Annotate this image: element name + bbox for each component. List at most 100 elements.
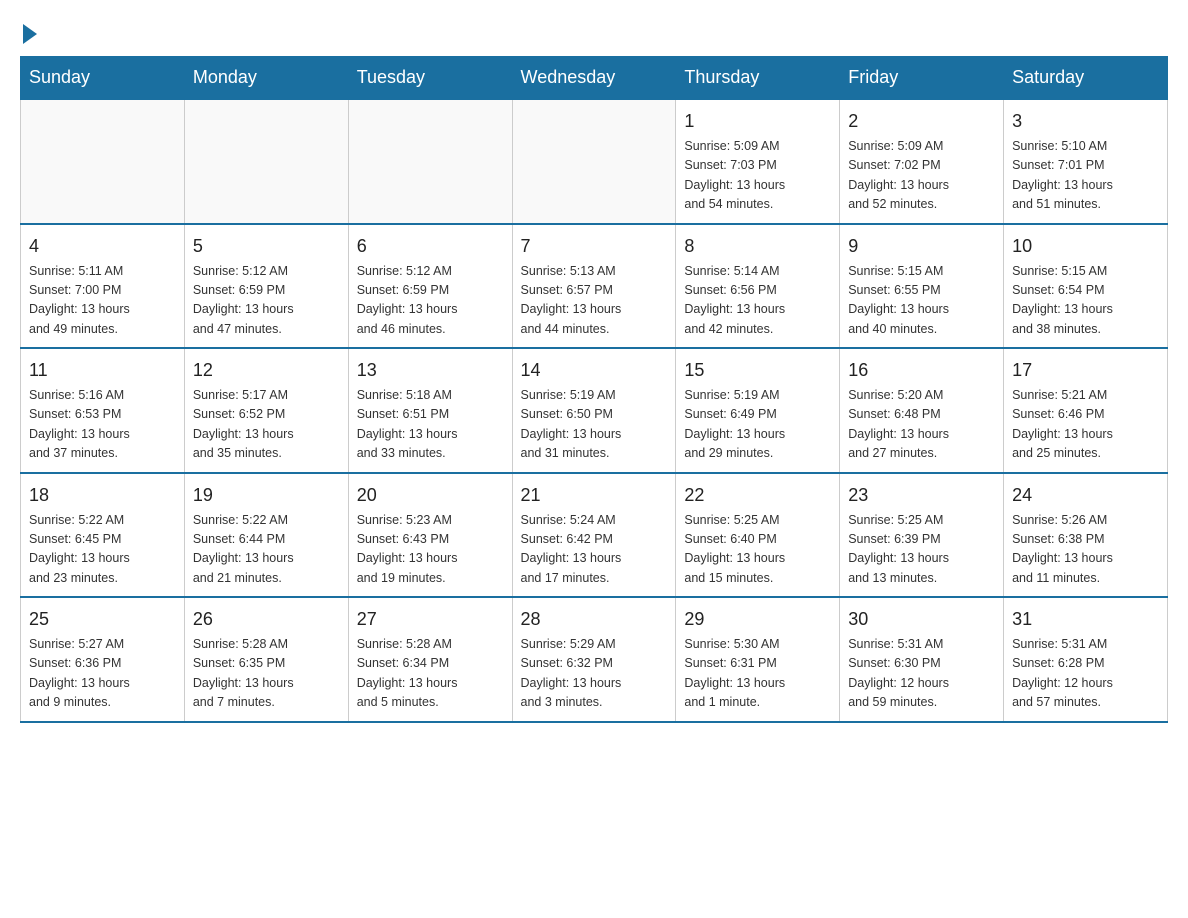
day-info: Sunrise: 5:12 AMSunset: 6:59 PMDaylight:…	[193, 262, 340, 340]
calendar-cell: 31Sunrise: 5:31 AMSunset: 6:28 PMDayligh…	[1004, 597, 1168, 722]
day-info: Sunrise: 5:18 AMSunset: 6:51 PMDaylight:…	[357, 386, 504, 464]
calendar-cell: 19Sunrise: 5:22 AMSunset: 6:44 PMDayligh…	[184, 473, 348, 598]
calendar-cell: 8Sunrise: 5:14 AMSunset: 6:56 PMDaylight…	[676, 224, 840, 349]
day-info: Sunrise: 5:27 AMSunset: 6:36 PMDaylight:…	[29, 635, 176, 713]
day-number: 4	[29, 233, 176, 260]
day-number: 30	[848, 606, 995, 633]
day-number: 27	[357, 606, 504, 633]
day-info: Sunrise: 5:09 AMSunset: 7:02 PMDaylight:…	[848, 137, 995, 215]
calendar-cell: 21Sunrise: 5:24 AMSunset: 6:42 PMDayligh…	[512, 473, 676, 598]
week-row-1: 1Sunrise: 5:09 AMSunset: 7:03 PMDaylight…	[21, 99, 1168, 224]
day-info: Sunrise: 5:25 AMSunset: 6:39 PMDaylight:…	[848, 511, 995, 589]
calendar-cell: 26Sunrise: 5:28 AMSunset: 6:35 PMDayligh…	[184, 597, 348, 722]
day-info: Sunrise: 5:28 AMSunset: 6:35 PMDaylight:…	[193, 635, 340, 713]
day-number: 13	[357, 357, 504, 384]
weekday-header-tuesday: Tuesday	[348, 57, 512, 100]
calendar-cell: 3Sunrise: 5:10 AMSunset: 7:01 PMDaylight…	[1004, 99, 1168, 224]
calendar-cell: 2Sunrise: 5:09 AMSunset: 7:02 PMDaylight…	[840, 99, 1004, 224]
day-info: Sunrise: 5:17 AMSunset: 6:52 PMDaylight:…	[193, 386, 340, 464]
week-row-2: 4Sunrise: 5:11 AMSunset: 7:00 PMDaylight…	[21, 224, 1168, 349]
calendar-cell: 29Sunrise: 5:30 AMSunset: 6:31 PMDayligh…	[676, 597, 840, 722]
calendar-cell	[21, 99, 185, 224]
day-number: 10	[1012, 233, 1159, 260]
calendar-cell: 10Sunrise: 5:15 AMSunset: 6:54 PMDayligh…	[1004, 224, 1168, 349]
weekday-header-monday: Monday	[184, 57, 348, 100]
day-info: Sunrise: 5:24 AMSunset: 6:42 PMDaylight:…	[521, 511, 668, 589]
week-row-5: 25Sunrise: 5:27 AMSunset: 6:36 PMDayligh…	[21, 597, 1168, 722]
day-info: Sunrise: 5:31 AMSunset: 6:30 PMDaylight:…	[848, 635, 995, 713]
day-number: 9	[848, 233, 995, 260]
calendar-cell: 1Sunrise: 5:09 AMSunset: 7:03 PMDaylight…	[676, 99, 840, 224]
calendar-cell: 15Sunrise: 5:19 AMSunset: 6:49 PMDayligh…	[676, 348, 840, 473]
calendar-cell	[512, 99, 676, 224]
day-info: Sunrise: 5:22 AMSunset: 6:45 PMDaylight:…	[29, 511, 176, 589]
day-number: 18	[29, 482, 176, 509]
calendar-cell: 25Sunrise: 5:27 AMSunset: 6:36 PMDayligh…	[21, 597, 185, 722]
week-row-3: 11Sunrise: 5:16 AMSunset: 6:53 PMDayligh…	[21, 348, 1168, 473]
day-number: 15	[684, 357, 831, 384]
logo-arrow-icon	[23, 24, 37, 44]
calendar-cell: 24Sunrise: 5:26 AMSunset: 6:38 PMDayligh…	[1004, 473, 1168, 598]
day-number: 5	[193, 233, 340, 260]
day-info: Sunrise: 5:16 AMSunset: 6:53 PMDaylight:…	[29, 386, 176, 464]
weekday-header-wednesday: Wednesday	[512, 57, 676, 100]
day-info: Sunrise: 5:19 AMSunset: 6:50 PMDaylight:…	[521, 386, 668, 464]
day-number: 26	[193, 606, 340, 633]
calendar-cell: 17Sunrise: 5:21 AMSunset: 6:46 PMDayligh…	[1004, 348, 1168, 473]
calendar-cell: 9Sunrise: 5:15 AMSunset: 6:55 PMDaylight…	[840, 224, 1004, 349]
day-info: Sunrise: 5:13 AMSunset: 6:57 PMDaylight:…	[521, 262, 668, 340]
day-number: 19	[193, 482, 340, 509]
weekday-header-sunday: Sunday	[21, 57, 185, 100]
day-info: Sunrise: 5:31 AMSunset: 6:28 PMDaylight:…	[1012, 635, 1159, 713]
day-number: 3	[1012, 108, 1159, 135]
day-number: 11	[29, 357, 176, 384]
day-number: 7	[521, 233, 668, 260]
day-info: Sunrise: 5:19 AMSunset: 6:49 PMDaylight:…	[684, 386, 831, 464]
day-info: Sunrise: 5:23 AMSunset: 6:43 PMDaylight:…	[357, 511, 504, 589]
day-info: Sunrise: 5:30 AMSunset: 6:31 PMDaylight:…	[684, 635, 831, 713]
day-info: Sunrise: 5:29 AMSunset: 6:32 PMDaylight:…	[521, 635, 668, 713]
page-header	[20, 20, 1168, 36]
calendar-cell: 18Sunrise: 5:22 AMSunset: 6:45 PMDayligh…	[21, 473, 185, 598]
calendar-cell	[348, 99, 512, 224]
calendar-cell: 4Sunrise: 5:11 AMSunset: 7:00 PMDaylight…	[21, 224, 185, 349]
calendar-cell: 7Sunrise: 5:13 AMSunset: 6:57 PMDaylight…	[512, 224, 676, 349]
day-info: Sunrise: 5:22 AMSunset: 6:44 PMDaylight:…	[193, 511, 340, 589]
calendar-table: SundayMondayTuesdayWednesdayThursdayFrid…	[20, 56, 1168, 723]
day-number: 8	[684, 233, 831, 260]
day-info: Sunrise: 5:28 AMSunset: 6:34 PMDaylight:…	[357, 635, 504, 713]
day-number: 24	[1012, 482, 1159, 509]
day-info: Sunrise: 5:21 AMSunset: 6:46 PMDaylight:…	[1012, 386, 1159, 464]
calendar-cell: 22Sunrise: 5:25 AMSunset: 6:40 PMDayligh…	[676, 473, 840, 598]
weekday-header-row: SundayMondayTuesdayWednesdayThursdayFrid…	[21, 57, 1168, 100]
weekday-header-saturday: Saturday	[1004, 57, 1168, 100]
day-number: 17	[1012, 357, 1159, 384]
day-info: Sunrise: 5:11 AMSunset: 7:00 PMDaylight:…	[29, 262, 176, 340]
week-row-4: 18Sunrise: 5:22 AMSunset: 6:45 PMDayligh…	[21, 473, 1168, 598]
calendar-cell: 14Sunrise: 5:19 AMSunset: 6:50 PMDayligh…	[512, 348, 676, 473]
calendar-cell: 12Sunrise: 5:17 AMSunset: 6:52 PMDayligh…	[184, 348, 348, 473]
weekday-header-friday: Friday	[840, 57, 1004, 100]
calendar-cell: 27Sunrise: 5:28 AMSunset: 6:34 PMDayligh…	[348, 597, 512, 722]
day-number: 31	[1012, 606, 1159, 633]
calendar-cell: 6Sunrise: 5:12 AMSunset: 6:59 PMDaylight…	[348, 224, 512, 349]
calendar-cell: 16Sunrise: 5:20 AMSunset: 6:48 PMDayligh…	[840, 348, 1004, 473]
day-number: 1	[684, 108, 831, 135]
weekday-header-thursday: Thursday	[676, 57, 840, 100]
day-number: 14	[521, 357, 668, 384]
calendar-cell	[184, 99, 348, 224]
day-number: 20	[357, 482, 504, 509]
day-info: Sunrise: 5:15 AMSunset: 6:55 PMDaylight:…	[848, 262, 995, 340]
day-number: 6	[357, 233, 504, 260]
calendar-cell: 23Sunrise: 5:25 AMSunset: 6:39 PMDayligh…	[840, 473, 1004, 598]
calendar-cell: 5Sunrise: 5:12 AMSunset: 6:59 PMDaylight…	[184, 224, 348, 349]
day-info: Sunrise: 5:12 AMSunset: 6:59 PMDaylight:…	[357, 262, 504, 340]
calendar-cell: 13Sunrise: 5:18 AMSunset: 6:51 PMDayligh…	[348, 348, 512, 473]
day-number: 12	[193, 357, 340, 384]
day-number: 28	[521, 606, 668, 633]
day-info: Sunrise: 5:09 AMSunset: 7:03 PMDaylight:…	[684, 137, 831, 215]
day-number: 16	[848, 357, 995, 384]
day-number: 29	[684, 606, 831, 633]
day-number: 21	[521, 482, 668, 509]
logo	[20, 20, 37, 36]
